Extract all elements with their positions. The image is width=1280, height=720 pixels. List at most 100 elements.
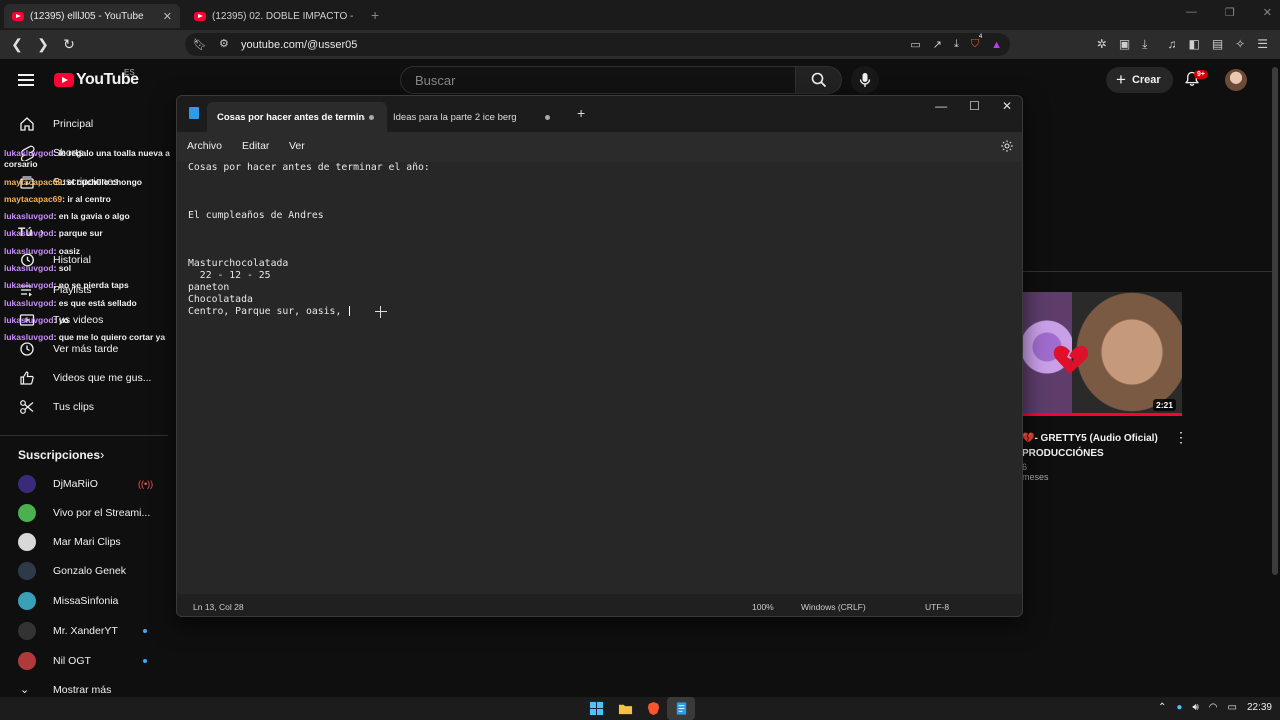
screenshot-icon[interactable]: ▣ xyxy=(1119,37,1130,52)
download-icon[interactable]: ⤓ xyxy=(954,38,959,51)
chat-message: lukasluvgod: es que está sellado xyxy=(4,295,184,312)
menu-icon[interactable]: ☰ xyxy=(1257,37,1268,52)
reload-icon[interactable]: ↻ xyxy=(58,36,80,53)
encoding[interactable]: UTF-8 xyxy=(925,602,949,612)
menu-archivo[interactable]: Archivo xyxy=(187,140,222,152)
address-bar[interactable]: 🔖︎ ⚙︎ youtube.com/@usser05 ▭ ↗ ⤓ ⛉ 4 ▲ xyxy=(185,33,1010,56)
microphone-icon[interactable]: ● xyxy=(1176,702,1182,713)
chat-text: : ir al centro xyxy=(62,193,111,204)
menu-editar[interactable]: Editar xyxy=(242,140,269,152)
windows-taskbar: ⌃ ● 🔊︎ ◠ ▭ 22:39 xyxy=(0,697,1280,720)
subscriptions-heading: Suscripciones xyxy=(18,447,101,462)
sidebar-item-clips[interactable]: Tus clips xyxy=(0,392,170,421)
zoom-level[interactable]: 100% xyxy=(752,602,774,612)
site-settings-icon[interactable]: ⚙︎ xyxy=(219,37,229,50)
sidebar-item-liked-videos[interactable]: Videos que me gus... xyxy=(0,363,170,392)
brave-browser-icon[interactable] xyxy=(646,701,661,716)
sidebar-toggle-icon[interactable]: ◧ xyxy=(1188,37,1199,52)
channel-name: Vivo por el Streami... xyxy=(53,506,151,519)
chat-text: : en la gavia o algo xyxy=(53,211,130,222)
subscription-channel[interactable]: DjMaRiiO ((•)) xyxy=(0,469,170,498)
text-line: Chocolatada xyxy=(188,294,253,305)
back-icon[interactable]: ❮ xyxy=(6,36,28,53)
chat-text: corsario xyxy=(4,159,38,170)
maximize-icon[interactable]: ❐ xyxy=(1225,6,1235,19)
new-tab-icon[interactable]: + xyxy=(577,105,585,121)
brave-rewards-icon[interactable]: ▲ xyxy=(991,39,1002,51)
new-tab-icon[interactable]: + xyxy=(371,7,379,23)
subscription-channel[interactable]: Mr. XanderYT xyxy=(0,616,170,645)
close-icon[interactable]: ✕ xyxy=(163,10,172,23)
share-icon[interactable]: ↗ xyxy=(933,38,942,51)
text-line: Cosas por hacer antes de terminar el año… xyxy=(188,162,430,173)
bookmark-icon[interactable]: 🔖︎ xyxy=(193,38,207,51)
leo-ai-icon[interactable]: ✧ xyxy=(1235,37,1245,52)
video-thumbnail[interactable]: 2:21 xyxy=(1022,292,1182,416)
subscription-channel[interactable]: Vivo por el Streami... xyxy=(0,498,170,527)
text-line: Masturchocolatada xyxy=(188,258,289,269)
search-input[interactable] xyxy=(415,72,795,88)
file-explorer-icon[interactable] xyxy=(618,701,633,716)
new-content-dot xyxy=(143,658,147,663)
browser-tab-doble-impacto[interactable]: (12395) 02. DOBLE IMPACTO - KARM xyxy=(186,4,362,28)
line-ending[interactable]: Windows (CRLF) xyxy=(801,602,866,612)
chat-message: lukasluvgod: parque sur xyxy=(4,225,184,242)
notepad-tab-active[interactable]: Cosas por hacer antes de terminar xyxy=(207,102,387,132)
brave-shields-icon[interactable]: ⛉ 4 xyxy=(971,34,982,51)
subscription-channel[interactable]: Nil OGT xyxy=(0,646,170,675)
subscription-channel[interactable]: Gonzalo Genek xyxy=(0,556,170,585)
video-title[interactable]: 💔- GRETTY5 (Audio Oficial) PRODUCCIÓNES xyxy=(1022,431,1172,461)
close-icon[interactable]: ✕ xyxy=(1002,99,1012,113)
sidebar-subscriptions-heading[interactable]: Suscripciones › xyxy=(0,440,170,469)
windows-start-icon[interactable] xyxy=(589,701,604,716)
menu-ver[interactable]: Ver xyxy=(289,140,305,152)
chevron-down-icon: ⌄ xyxy=(20,684,30,696)
cast-icon[interactable]: ▭ xyxy=(910,38,920,51)
clock[interactable]: 22:39 xyxy=(1247,702,1272,713)
chat-message: lukasluvgod: sol xyxy=(4,260,184,277)
settings-gear-icon[interactable] xyxy=(1000,139,1014,153)
sidebar-item-label: Principal xyxy=(53,117,94,130)
window-controls: — ❐ ✕ xyxy=(1186,6,1272,19)
maximize-icon[interactable]: ☐ xyxy=(969,99,980,113)
search-button[interactable] xyxy=(796,66,842,94)
chat-text: : no se pierda taps xyxy=(53,280,129,291)
wallet-icon[interactable]: ▤ xyxy=(1212,37,1223,52)
media-icon[interactable]: ♫ xyxy=(1167,37,1176,52)
close-window-icon[interactable]: ✕ xyxy=(1263,6,1272,19)
text-line: paneton xyxy=(188,282,230,293)
chat-username: lukasluvgod xyxy=(4,280,54,291)
downloads-icon[interactable]: ⤓ xyxy=(1142,37,1147,52)
voice-search-button[interactable] xyxy=(851,66,879,94)
more-options-icon[interactable]: ⋮ xyxy=(1174,429,1188,446)
create-button[interactable]: + Crear xyxy=(1106,67,1173,93)
forward-icon[interactable]: ❯ xyxy=(32,36,54,53)
subscription-channel[interactable]: Mar Mari Clips xyxy=(0,527,170,556)
chat-username: lukasluvgod xyxy=(4,297,54,308)
notepad-taskbar-icon[interactable] xyxy=(674,701,689,716)
guide-menu-icon[interactable] xyxy=(18,74,34,86)
volume-icon[interactable]: 🔊︎ xyxy=(1192,702,1198,713)
page-scrollbar[interactable] xyxy=(1272,67,1278,575)
extensions-icon[interactable]: ✲ xyxy=(1097,37,1107,52)
minimize-icon[interactable]: — xyxy=(935,99,947,113)
chevron-up-icon[interactable]: ⌃ xyxy=(1158,702,1166,713)
chat-username: lukasluvgod xyxy=(4,332,54,343)
notepad-tab-inactive[interactable]: Ideas para la parte 2 ice berg xyxy=(387,102,557,132)
battery-icon[interactable]: ▭ xyxy=(1228,702,1237,713)
notepad-statusbar: Ln 13, Col 28 100% Windows (CRLF) UTF-8 xyxy=(177,594,1022,616)
chat-message: lukasluvgod: no se pierda taps xyxy=(4,277,184,294)
notepad-text-area[interactable]: Cosas por hacer antes de terminar el año… xyxy=(177,162,1022,594)
wifi-icon[interactable]: ◠ xyxy=(1209,702,1218,713)
sidebar-item-label: Videos que me gus... xyxy=(53,371,152,384)
minimize-icon[interactable]: — xyxy=(1186,6,1197,19)
sidebar-item-principal[interactable]: Principal xyxy=(0,109,170,138)
subscription-channel[interactable]: MissaSinfonia xyxy=(0,586,170,615)
sidebar-divider xyxy=(0,435,168,436)
search-box xyxy=(400,66,796,94)
youtube-favicon-icon xyxy=(12,11,24,21)
account-avatar[interactable] xyxy=(1225,69,1247,91)
thumbs-up-icon xyxy=(20,370,34,385)
url-text[interactable]: youtube.com/@usser05 xyxy=(241,39,357,51)
browser-tab-youtube[interactable]: (12395) elllJ05 - YouTube ✕ xyxy=(4,4,180,28)
